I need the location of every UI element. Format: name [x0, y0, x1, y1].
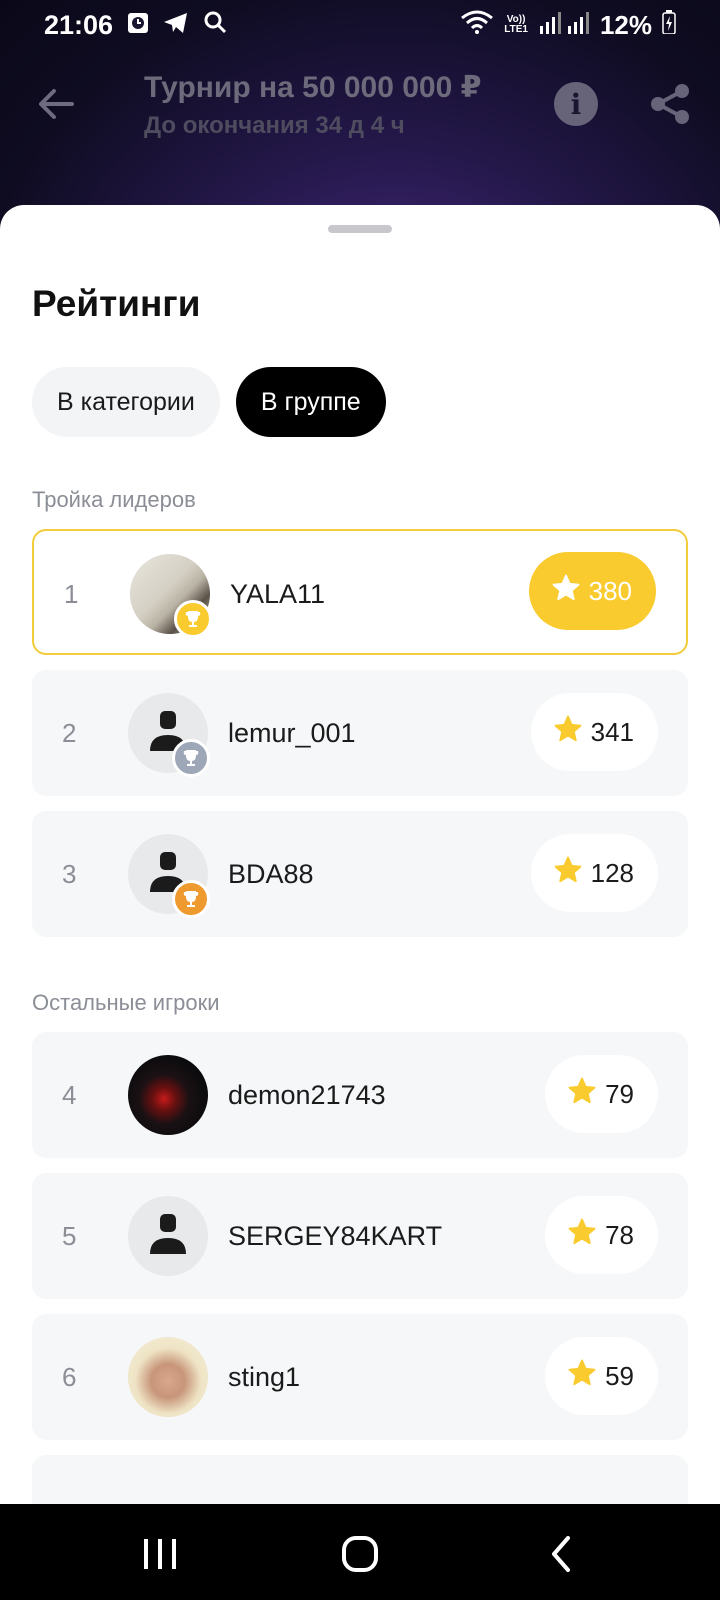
player-name: SERGEY84KART: [228, 1220, 443, 1251]
score-value: 59: [605, 1360, 634, 1391]
star-icon: [553, 714, 583, 751]
player-name: lemur_001: [228, 717, 356, 748]
rank-number: 6: [62, 1361, 77, 1392]
avatar: [128, 1055, 208, 1135]
back-arrow-icon[interactable]: [36, 84, 76, 124]
star-icon: [567, 1217, 597, 1254]
share-icon[interactable]: [648, 82, 692, 126]
score-badge: 380: [528, 552, 656, 630]
status-time: 21:06: [44, 9, 114, 40]
sheet-title: Рейтинги: [32, 283, 201, 324]
default-user-icon: [128, 1196, 208, 1276]
avatar: [130, 554, 212, 638]
leaderboard-row[interactable]: 4 demon21743 79: [32, 1032, 688, 1158]
rank-number: 3: [62, 858, 77, 889]
recent-apps-icon[interactable]: [140, 1534, 180, 1574]
battery-percent: 12%: [599, 9, 652, 40]
star-icon: [567, 1076, 597, 1113]
ratings-bottom-sheet: Рейтинги В категории В группе Тройка лид…: [0, 205, 720, 1515]
clock-widget-icon: [127, 10, 149, 41]
leaderboard-row[interactable]: 1 YALA11 380: [32, 529, 688, 655]
score-badge: 341: [530, 693, 658, 771]
score-value: 341: [590, 716, 634, 747]
leaders-section-label: Тройка лидеров: [32, 487, 196, 512]
network-type-label: Vo)) LTE1: [504, 14, 528, 35]
leaderboard-row[interactable]: 2 lemur_001 341: [32, 670, 688, 796]
star-icon: [567, 1358, 597, 1395]
info-icon[interactable]: i: [554, 82, 598, 126]
back-icon[interactable]: [542, 1534, 582, 1574]
player-name: YALA11: [230, 578, 326, 609]
avatar: [128, 1196, 208, 1276]
home-icon[interactable]: [340, 1534, 380, 1574]
system-navigation-bar: [0, 1504, 720, 1600]
tournament-countdown: До окончания 34 д 4 ч: [144, 112, 405, 139]
score-value: 128: [590, 857, 634, 888]
silver-trophy-icon: [172, 739, 210, 777]
rank-number: 5: [62, 1220, 77, 1251]
rank-number: 1: [64, 578, 79, 609]
score-value: 78: [605, 1219, 634, 1250]
rank-number: 2: [62, 717, 77, 748]
score-badge: 79: [545, 1055, 658, 1133]
telegram-icon: [163, 10, 189, 41]
player-name: BDA88: [228, 858, 314, 889]
leaderboard-row[interactable]: 5 SERGEY84KART 78: [32, 1173, 688, 1299]
avatar: [128, 834, 210, 918]
rating-tabs: В категории В группе: [32, 367, 386, 437]
battery-charging-icon: [662, 9, 676, 41]
others-section-label: Остальные игроки: [32, 990, 220, 1015]
signal-icon: [538, 10, 590, 41]
tab-in-group[interactable]: В группе: [235, 367, 386, 437]
sheet-drag-handle[interactable]: [328, 225, 392, 233]
tournament-header: Турнир на 50 000 000 ₽ До окончания 34 д…: [0, 60, 720, 150]
bronze-trophy-icon: [172, 880, 210, 918]
score-value: 79: [605, 1078, 634, 1109]
search-icon: [203, 10, 227, 41]
avatar: [128, 693, 210, 777]
wifi-icon: [460, 10, 494, 41]
tab-in-category[interactable]: В категории: [32, 367, 220, 437]
player-name: sting1: [228, 1361, 301, 1392]
player-name: demon21743: [228, 1079, 386, 1110]
rank-number: 4: [62, 1079, 77, 1110]
score-badge: 128: [530, 834, 658, 912]
status-bar: 21:06 Vo)) LTE1 12%: [0, 0, 720, 50]
gold-trophy-icon: [174, 600, 212, 638]
avatar: [128, 1337, 208, 1417]
star-icon: [551, 573, 581, 610]
tournament-title: Турнир на 50 000 000 ₽: [144, 71, 482, 104]
score-value: 380: [588, 575, 632, 606]
score-badge: 78: [545, 1196, 658, 1274]
leaderboard-row[interactable]: 6 sting1 59: [32, 1314, 688, 1440]
leaderboard-row[interactable]: 3 BDA88 128: [32, 811, 688, 937]
star-icon: [553, 855, 583, 892]
score-badge: 59: [545, 1337, 658, 1415]
